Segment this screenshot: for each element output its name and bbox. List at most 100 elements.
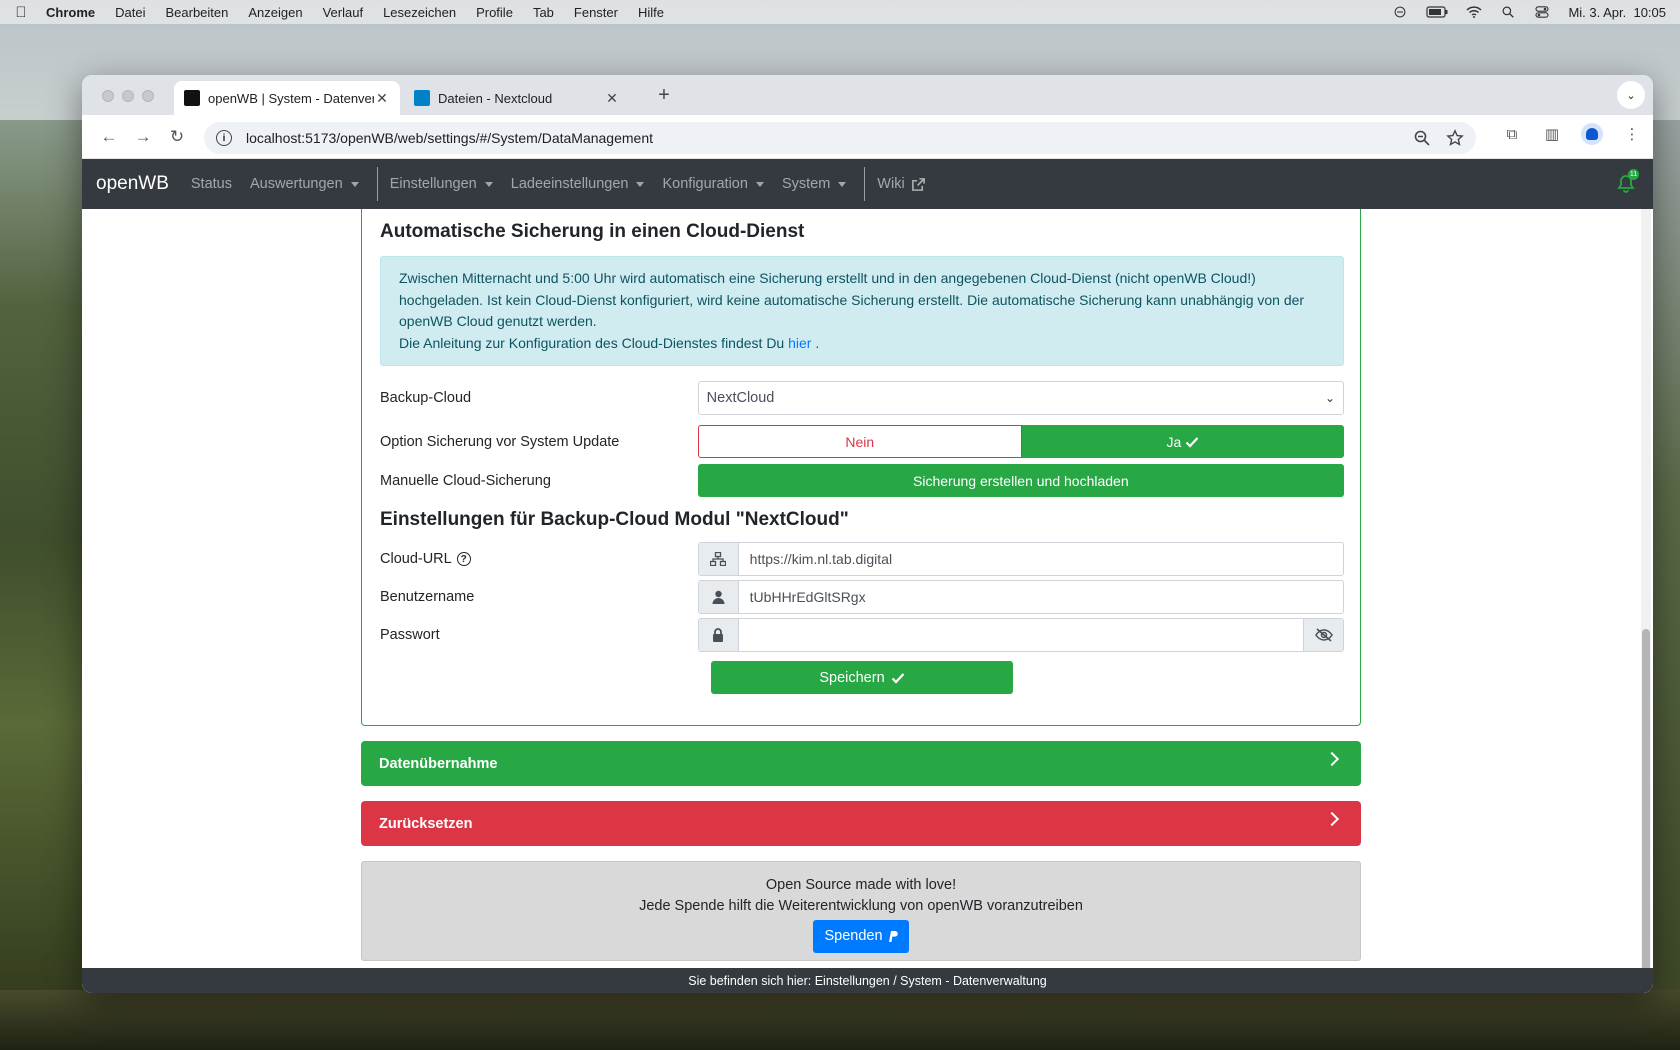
- nav-einstellungen[interactable]: Einstellungen: [390, 176, 493, 192]
- info-link-line: Die Anleitung zur Konfiguration des Clou…: [399, 333, 1325, 355]
- nav-system[interactable]: System: [782, 176, 847, 192]
- menubar-clock[interactable]: Mi. 3. Apr. 10:05: [1568, 5, 1666, 20]
- create-upload-backup-button[interactable]: Sicherung erstellen und hochladen: [697, 464, 1344, 497]
- donation-box: Open Source made with love! Jede Spende …: [361, 861, 1361, 961]
- window-controls: [102, 90, 154, 102]
- nextcloud-favicon-icon: [414, 90, 430, 106]
- menubar-item-lesezeichen[interactable]: Lesezeichen: [383, 5, 456, 20]
- cloud-url-label: Cloud-URL?: [380, 551, 698, 567]
- caret-down-icon: [755, 181, 764, 187]
- brand-logo[interactable]: openWB: [96, 173, 169, 195]
- option-yes-button[interactable]: Ja: [1021, 425, 1345, 458]
- update-option-toggle: Nein Ja: [697, 425, 1345, 458]
- maximize-window-button[interactable]: [142, 90, 154, 102]
- extensions-icon[interactable]: ⧉: [1501, 123, 1523, 145]
- battery-icon[interactable]: [1426, 6, 1448, 18]
- password-row: Passwort: [380, 618, 1344, 652]
- apple-icon[interactable]: : [14, 4, 28, 21]
- nav-auswertungen-label: Auswertungen: [249, 176, 343, 192]
- browser-window: openWB | System - Datenverwaltung ✕ Date…: [82, 75, 1653, 993]
- menubar-app-name[interactable]: Chrome: [46, 5, 95, 20]
- save-button[interactable]: Speichern: [711, 661, 1013, 694]
- lock-icon: [698, 619, 739, 651]
- notification-bell-icon[interactable]: 11: [1613, 169, 1639, 197]
- datenuebernahme-section-header[interactable]: Datenübernahme: [361, 741, 1361, 786]
- nav-konfiguration-label: Konfiguration: [662, 176, 748, 192]
- update-option-label: Option Sicherung vor System Update: [380, 433, 620, 450]
- menubar-item-bearbeiten[interactable]: Bearbeiten: [165, 5, 228, 20]
- zoom-icon[interactable]: [1414, 130, 1430, 146]
- close-window-button[interactable]: [102, 90, 114, 102]
- username-row: Benutzername tUbHHrEdGltSRgx: [380, 580, 1344, 614]
- help-question-icon[interactable]: ?: [456, 552, 471, 566]
- nav-status[interactable]: Status: [191, 176, 232, 192]
- mac-menubar:  Chrome Datei Bearbeiten Anzeigen Verla…: [0, 0, 1680, 24]
- nav-wiki-label: Wiki: [877, 176, 905, 192]
- reload-icon[interactable]: ↻: [160, 122, 194, 152]
- nav-divider: [376, 167, 378, 201]
- tab-title: Dateien - Nextcloud: [438, 90, 553, 106]
- caret-down-icon: [636, 181, 645, 187]
- nav-konfiguration[interactable]: Konfiguration: [662, 176, 764, 192]
- nav-ladeeinstellungen-label: Ladeeinstellungen: [510, 176, 629, 192]
- chevron-right-icon: [1324, 811, 1340, 827]
- option-yes-label: Ja: [1166, 433, 1182, 450]
- minimize-window-button[interactable]: [122, 90, 134, 102]
- username-label: Benutzername: [380, 589, 475, 605]
- zuruecksetzen-section-header[interactable]: Zurücksetzen: [361, 801, 1361, 846]
- menubar-item-anzeigen[interactable]: Anzeigen: [248, 5, 302, 20]
- username-input[interactable]: tUbHHrEdGltSRgx: [739, 581, 1343, 613]
- password-input[interactable]: [739, 619, 1303, 651]
- network-icon: [698, 543, 739, 575]
- cloud-url-input[interactable]: https://kim.nl.tab.digital: [739, 543, 1343, 575]
- option-no-button[interactable]: Nein: [697, 425, 1022, 458]
- donate-button[interactable]: Spenden: [813, 920, 909, 953]
- nav-ladeeinstellungen[interactable]: Ladeeinstellungen: [511, 176, 645, 192]
- module-settings-title: Einstellungen für Backup-Cloud Modul "Ne…: [380, 509, 849, 530]
- nav-divider: [864, 167, 866, 201]
- stream-icon[interactable]: [1392, 6, 1408, 18]
- donation-line-2: Jede Spende hilft die Weiterentwicklung …: [639, 898, 1083, 914]
- backup-cloud-row: Backup-Cloud NextCloud ⌄: [380, 381, 1344, 415]
- nav-auswertungen[interactable]: Auswertungen: [250, 176, 359, 192]
- forward-arrow-icon[interactable]: →: [126, 122, 160, 152]
- menubar-item-hilfe[interactable]: Hilfe: [638, 5, 664, 20]
- scrollbar-thumb[interactable]: [1642, 629, 1650, 979]
- tab-search-chevron-icon[interactable]: ⌄: [1617, 81, 1645, 109]
- control-center-icon[interactable]: [1534, 6, 1550, 18]
- notification-count-badge: 11: [1628, 169, 1639, 180]
- tab-openwb[interactable]: openWB | System - Datenverwaltung ✕: [174, 81, 400, 115]
- side-panel-icon[interactable]: ▥: [1541, 123, 1563, 145]
- menubar-item-datei[interactable]: Datei: [115, 5, 145, 20]
- page-scrollbar[interactable]: [1641, 209, 1651, 993]
- menubar-item-verlauf[interactable]: Verlauf: [323, 5, 363, 20]
- backup-cloud-label: Backup-Cloud: [380, 390, 472, 406]
- backup-cloud-select[interactable]: NextCloud ⌄: [697, 381, 1344, 415]
- profile-avatar-icon[interactable]: [1581, 123, 1603, 145]
- tab-title: openWB | System - Datenverwaltung: [208, 90, 374, 106]
- more-menu-icon[interactable]: ⋮: [1621, 123, 1643, 145]
- back-arrow-icon[interactable]: ←: [92, 122, 126, 152]
- url-text[interactable]: localhost:5173/openWB/web/settings/#/Sys…: [246, 130, 1398, 146]
- paypal-icon: [888, 931, 898, 942]
- zuruecksetzen-title: Zurücksetzen: [379, 815, 473, 832]
- desktop-background-left: [0, 120, 85, 1050]
- address-bar[interactable]: i localhost:5173/openWB/web/settings/#/S…: [204, 122, 1476, 154]
- spotlight-search-icon[interactable]: [1500, 6, 1516, 18]
- bookmark-star-icon[interactable]: [1446, 129, 1464, 147]
- close-tab-icon[interactable]: ✕: [604, 90, 620, 107]
- tab-nextcloud[interactable]: Dateien - Nextcloud ✕: [404, 81, 630, 115]
- close-tab-icon[interactable]: ✕: [374, 90, 390, 107]
- toggle-password-visibility-icon[interactable]: [1303, 619, 1343, 651]
- menubar-item-fenster[interactable]: Fenster: [574, 5, 618, 20]
- datenuebernahme-title: Datenübernahme: [379, 755, 498, 772]
- wifi-icon[interactable]: [1466, 6, 1482, 18]
- instructions-link[interactable]: hier: [788, 335, 811, 351]
- nav-wiki[interactable]: Wiki: [877, 176, 925, 192]
- menubar-item-tab[interactable]: Tab: [533, 5, 554, 20]
- menubar-item-profile[interactable]: Profile: [476, 5, 513, 20]
- manual-backup-row: Manuelle Cloud-Sicherung Sicherung erste…: [380, 464, 1344, 497]
- site-info-icon[interactable]: i: [216, 130, 232, 146]
- new-tab-button[interactable]: +: [650, 84, 678, 107]
- info-text: Zwischen Mitternacht und 5:00 Uhr wird a…: [399, 270, 1305, 329]
